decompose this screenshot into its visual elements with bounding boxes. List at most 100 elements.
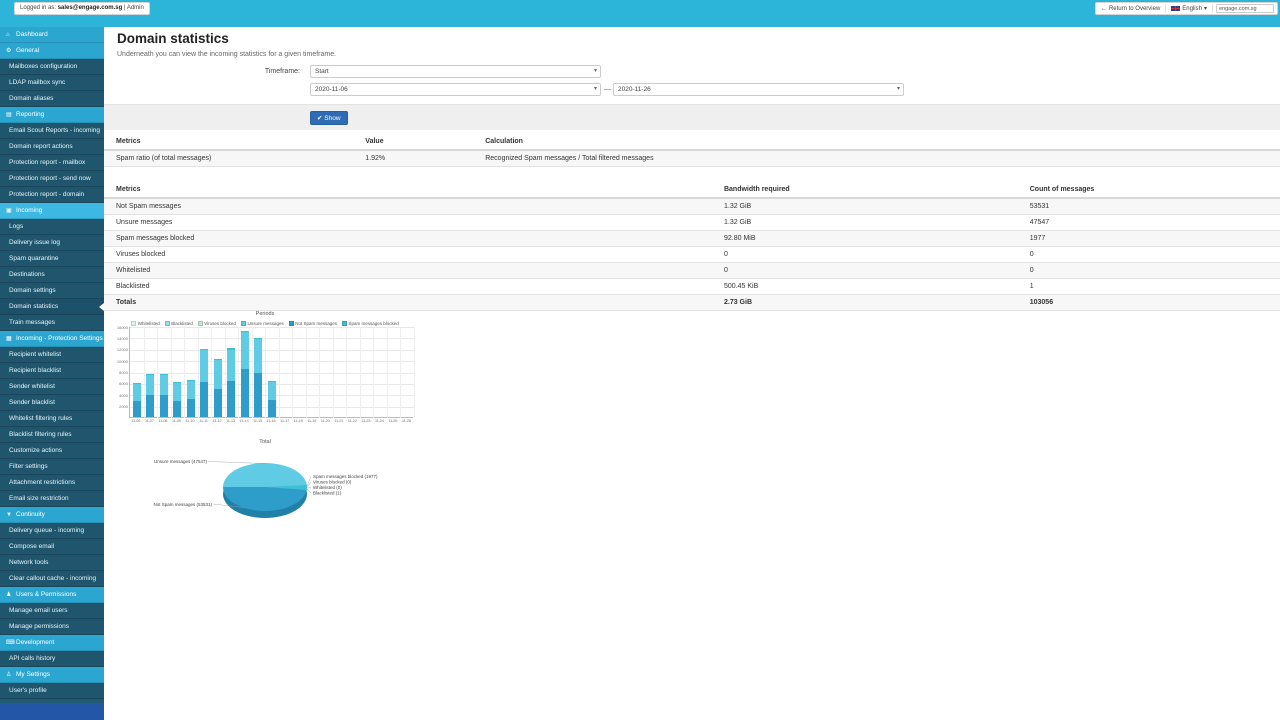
sidebar-item-compose-email[interactable]: Compose email (0, 539, 104, 555)
sidebar-item-domain-settings[interactable]: Domain settings (0, 283, 104, 299)
table-cell: Unsure messages (104, 215, 712, 231)
bar-segment-not-spam-messages[interactable] (173, 401, 181, 417)
sidebar-item-clear-callout-cache-incoming[interactable]: Clear callout cache - incoming (0, 571, 104, 587)
sidebar-item-filter-settings[interactable]: Filter settings (0, 459, 104, 475)
date-from-select[interactable]: 2020-11-06 ▾ (310, 83, 601, 96)
bar-segment-spam-messages-blocked[interactable] (160, 374, 168, 375)
sidebar-item-attachment-restrictions[interactable]: Attachment restrictions (0, 475, 104, 491)
bar-segment-spam-messages-blocked[interactable] (227, 348, 235, 349)
sidebar-item-email-size-restriction[interactable]: Email size restriction (0, 491, 104, 507)
table-header-row: MetricsValueCalculation (104, 134, 1280, 150)
pie-slice-unsure[interactable] (223, 463, 307, 487)
sidebar-section-users-permissions[interactable]: ♟Users & Permissions (0, 587, 104, 603)
sidebar-item-network-tools[interactable]: Network tools (0, 555, 104, 571)
sidebar-section-development[interactable]: ⌨Development (0, 635, 104, 651)
sidebar-item-recipient-blacklist[interactable]: Recipient blacklist (0, 363, 104, 379)
bar-segment-not-spam-messages[interactable] (227, 381, 235, 417)
bar-segment-not-spam-messages[interactable] (160, 395, 168, 417)
bar-segment-spam-messages-blocked[interactable] (268, 381, 276, 382)
sidebar-item-user-s-profile[interactable]: User's profile (0, 683, 104, 699)
legend-swatch (342, 321, 347, 326)
sidebar-item-sender-blacklist[interactable]: Sender blacklist (0, 395, 104, 411)
return-to-overview-button[interactable]: ← Return to Overview (1096, 3, 1165, 14)
login-prefix: Logged in as: (20, 5, 56, 11)
bar-segment-spam-messages-blocked[interactable] (133, 383, 141, 384)
table-cell: 0 (712, 247, 1018, 263)
sidebar-item-manage-permissions[interactable]: Manage permissions (0, 619, 104, 635)
sidebar-section-reporting[interactable]: ▤Reporting (0, 107, 104, 123)
sidebar-section-continuity[interactable]: ▼Continuity (0, 507, 104, 523)
date-from-value: 2020-11-06 (315, 86, 348, 93)
bar-segment-unsure-messages[interactable] (241, 332, 249, 369)
column-header-value: Value (353, 134, 473, 150)
sidebar-item-protection-report-send-now[interactable]: Protection report - send now (0, 171, 104, 187)
sidebar-item-domain-statistics[interactable]: Domain statistics (0, 299, 104, 315)
sidebar-item-mailboxes-configuration[interactable]: Mailboxes configuration (0, 59, 104, 75)
bar-segment-unsure-messages[interactable] (268, 382, 276, 400)
bar-segment-not-spam-messages[interactable] (214, 389, 222, 417)
bar-segment-not-spam-messages[interactable] (241, 369, 249, 417)
bar-segment-not-spam-messages[interactable] (254, 373, 262, 417)
sidebar-item-destinations[interactable]: Destinations (0, 267, 104, 283)
date-to-select[interactable]: 2020-11-26 ▾ (613, 83, 904, 96)
sidebar-item-email-scout-reports-incoming[interactable]: Email Scout Reports - incoming (0, 123, 104, 139)
bar-segment-spam-messages-blocked[interactable] (173, 382, 181, 383)
bar-segment-unsure-messages[interactable] (227, 350, 235, 381)
legend-label: Whitelisted (138, 321, 160, 326)
bar-segment-unsure-messages[interactable] (187, 381, 195, 399)
bar-segment-unsure-messages[interactable] (173, 382, 181, 400)
show-button[interactable]: ✔ Show (310, 111, 348, 125)
timeframe-select[interactable]: Start ▾ (310, 65, 601, 78)
sidebar-item-delivery-issue-log[interactable]: Delivery issue log (0, 235, 104, 251)
bar-segment-unsure-messages[interactable] (146, 374, 154, 395)
sidebar-item-protection-report-domain[interactable]: Protection report - domain (0, 187, 104, 203)
sidebar-section-label: Continuity (16, 511, 45, 518)
pie-label-not-spam: Not Spam messages (53531) (153, 502, 212, 507)
sidebar-section-dashboard[interactable]: ⌂Dashboard (0, 27, 104, 43)
sidebar-item-ldap-mailbox-sync[interactable]: LDAP mailbox sync (0, 75, 104, 91)
sidebar-item-whitelist-filtering-rules[interactable]: Whitelist filtering rules (0, 411, 104, 427)
chevron-down-icon: ▾ (594, 84, 597, 95)
sidebar-item-api-calls-history[interactable]: API calls history (0, 651, 104, 667)
sidebar-item-protection-report-mailbox[interactable]: Protection report - mailbox (0, 155, 104, 171)
sidebar-item-spam-quarantine[interactable]: Spam quarantine (0, 251, 104, 267)
sidebar-item-manage-email-users[interactable]: Manage email users (0, 603, 104, 619)
bar-segment-unsure-messages[interactable] (160, 374, 168, 395)
bar-segment-not-spam-messages[interactable] (187, 399, 195, 417)
bar-segment-spam-messages-blocked[interactable] (254, 338, 262, 339)
sidebar-item-sender-whitelist[interactable]: Sender whitelist (0, 379, 104, 395)
bar-segment-not-spam-messages[interactable] (268, 400, 276, 417)
gridline (400, 327, 401, 418)
sidebar-section-general[interactable]: ⚙General (0, 43, 104, 59)
domain-search-input[interactable] (1216, 4, 1274, 13)
bar-segment-unsure-messages[interactable] (200, 350, 208, 381)
y-axis-tick-label: 8000 (115, 370, 128, 375)
language-dropdown[interactable]: English ▾ (1166, 3, 1212, 14)
sidebar-section-my-settings[interactable]: ♙My Settings (0, 667, 104, 683)
bar-segment-spam-messages-blocked[interactable] (241, 331, 249, 333)
bar-segment-not-spam-messages[interactable] (146, 395, 154, 417)
sidebar-item-blacklist-filtering-rules[interactable]: Blacklist filtering rules (0, 427, 104, 443)
column-header-bandwidth-required: Bandwidth required (712, 182, 1018, 198)
sidebar-item-customize-actions[interactable]: Customize actions (0, 443, 104, 459)
sidebar-item-domain-report-actions[interactable]: Domain report actions (0, 139, 104, 155)
bar-segment-not-spam-messages[interactable] (133, 401, 141, 417)
legend-item-spam-messages-blocked: Spam messages blocked (342, 321, 399, 326)
page-subtitle: Underneath you can view the incoming sta… (117, 51, 336, 58)
bar-segment-unsure-messages[interactable] (133, 384, 141, 400)
bar-segment-spam-messages-blocked[interactable] (146, 374, 154, 375)
bar-segment-spam-messages-blocked[interactable] (214, 359, 222, 360)
sidebar-item-train-messages[interactable]: Train messages (0, 315, 104, 331)
sidebar-item-domain-aliases[interactable]: Domain aliases (0, 91, 104, 107)
bar-segment-unsure-messages[interactable] (254, 339, 262, 373)
bar-segment-unsure-messages[interactable] (214, 360, 222, 388)
sidebar-item-recipient-whitelist[interactable]: Recipient whitelist (0, 347, 104, 363)
sidebar-item-logs[interactable]: Logs (0, 219, 104, 235)
bar-segment-not-spam-messages[interactable] (200, 382, 208, 417)
bar-segment-spam-messages-blocked[interactable] (187, 380, 195, 381)
bar-segment-spam-messages-blocked[interactable] (200, 349, 208, 350)
sidebar-item-delivery-queue-incoming[interactable]: Delivery queue - incoming (0, 523, 104, 539)
login-role-link[interactable]: Admin (127, 5, 144, 11)
sidebar-section-incoming[interactable]: ▣Incoming (0, 203, 104, 219)
sidebar-section-incoming-protection-settings[interactable]: ▦Incoming - Protection Settings (0, 331, 104, 347)
